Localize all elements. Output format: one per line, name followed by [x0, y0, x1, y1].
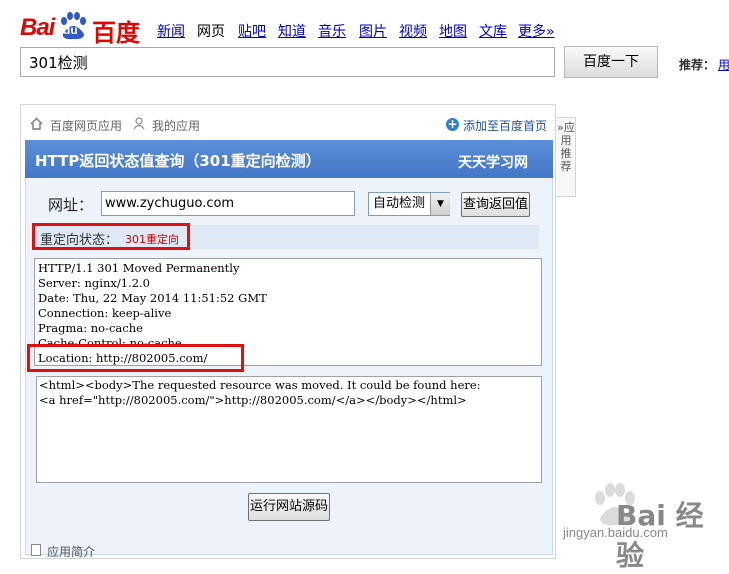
location-highlight-box	[27, 344, 244, 372]
search-button[interactable]: 百度一下	[564, 46, 658, 78]
header-line: Connection: keep-alive	[38, 306, 172, 320]
recommend-link[interactable]: 用	[718, 56, 729, 73]
body-line: <a href="http://802005.com/">http://8020…	[39, 393, 467, 407]
nav-zhidao[interactable]: 知道	[278, 21, 306, 41]
nav-tieba[interactable]: 贴吧	[238, 21, 266, 41]
nav-map[interactable]: 地图	[439, 21, 467, 41]
my-apps-link[interactable]: 我的应用	[152, 117, 200, 134]
chevron-down-icon[interactable]: ▼	[430, 193, 450, 215]
url-label: 网址：	[48, 196, 94, 214]
nav-more[interactable]: 更多»	[518, 21, 555, 41]
header-line: HTTP/1.1 301 Moved Permanently	[38, 261, 240, 275]
home-icon	[30, 117, 43, 130]
header-line: Server: nginx/1.2.0	[38, 276, 150, 290]
search-input[interactable]: 301检测	[20, 47, 555, 77]
logo-du-text: du	[63, 23, 78, 37]
recommend-label: 推荐：	[679, 58, 716, 72]
response-body-box[interactable]: <html><body>The requested resource was m…	[36, 376, 542, 483]
header-line: Pragma: no-cache	[38, 321, 143, 335]
status-highlight-box	[32, 223, 190, 250]
watermark-url: jingyan.baidu.com	[563, 525, 668, 540]
logo-bai-text: Bai	[20, 14, 55, 41]
baidu-logo[interactable]: Bai du 百度	[20, 10, 140, 47]
nav-wenku[interactable]: 文库	[479, 21, 507, 41]
nav-news[interactable]: 新闻	[157, 21, 185, 41]
nav-video[interactable]: 视频	[399, 21, 427, 41]
app-recommend-tab[interactable]: »应用推荐	[557, 117, 576, 197]
query-button[interactable]: 查询返回值	[461, 192, 530, 217]
body-line: <html><body>The requested resource was m…	[39, 378, 481, 392]
document-icon	[31, 544, 41, 556]
url-input[interactable]: www.zychuguo.com	[101, 191, 355, 216]
logo-cn-text: 百度	[92, 19, 140, 47]
nav-music[interactable]: 音乐	[318, 21, 346, 41]
add-to-homepage-link[interactable]: 添加至百度首页	[463, 117, 547, 134]
app-title: HTTP返回状态值查询（301重定向检测）	[35, 152, 321, 170]
nav-web[interactable]: 网页	[197, 21, 225, 41]
user-icon	[133, 117, 145, 130]
run-source-button[interactable]: 运行网站源码	[248, 493, 330, 521]
nav-images[interactable]: 图片	[359, 21, 387, 41]
add-icon[interactable]: +	[446, 118, 459, 131]
web-apps-link[interactable]: 百度网页应用	[50, 117, 122, 134]
app-brand: 天天学习网	[458, 155, 528, 171]
app-intro-link[interactable]: 应用简介	[47, 543, 95, 560]
header-line: Date: Thu, 22 May 2014 11:51:52 GMT	[38, 291, 267, 305]
